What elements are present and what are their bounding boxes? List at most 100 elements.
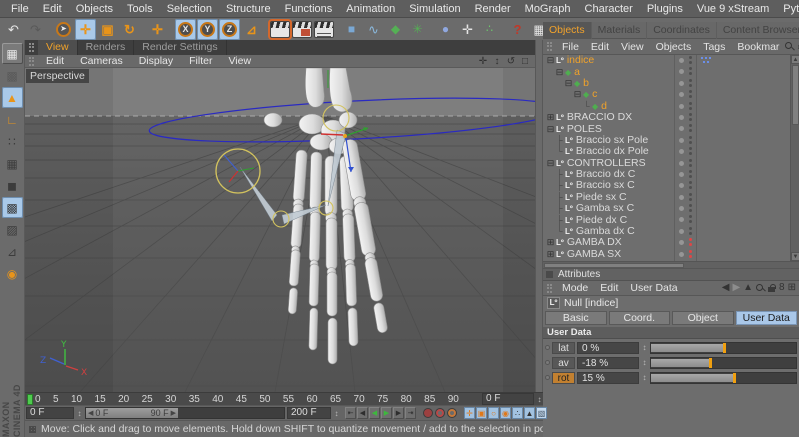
panel-splitter[interactable] xyxy=(535,40,543,392)
menu-item-file[interactable]: File xyxy=(4,3,36,15)
timeline-ruler[interactable]: 0 5 10 15 20 25 30 35 40 45 50 55 60 65 70 75 80 85 90 0 F xyxy=(25,392,543,405)
attr-menu-mode[interactable]: Mode xyxy=(556,282,594,294)
visibility-dots-icon[interactable] xyxy=(689,124,693,134)
slider-handle[interactable] xyxy=(722,342,726,353)
record-keyframe-button[interactable] xyxy=(423,408,433,418)
animation-dot-icon[interactable] xyxy=(545,345,550,350)
undo-icon[interactable]: ↶ xyxy=(3,19,24,40)
enable-dot-icon[interactable] xyxy=(679,160,684,166)
attribute-tab-coord[interactable]: Coord. xyxy=(608,311,670,325)
expand-icon[interactable]: ⊞ xyxy=(546,249,555,260)
enable-dot-icon[interactable] xyxy=(679,80,684,86)
parameter-value-field[interactable]: 0 % xyxy=(577,341,639,354)
parameter-slider[interactable] xyxy=(650,371,797,384)
selection-filter-icon[interactable]: ◉ xyxy=(2,263,23,284)
tree-row-gamba-sx[interactable]: ⊞ Lº GAMBA SX xyxy=(543,248,799,260)
visibility-dots-icon[interactable] xyxy=(689,135,693,146)
pan-view-icon[interactable]: ✛ xyxy=(477,56,489,67)
lock-y-axis-icon[interactable]: Y xyxy=(197,18,218,40)
lock-x-axis-icon[interactable]: X xyxy=(175,18,196,40)
preview-range-slider[interactable]: ◀ 0 F 90 F ▶ xyxy=(85,407,285,419)
viewport-tab-view[interactable]: View xyxy=(38,40,78,55)
range-right-arrow-icon[interactable]: ▶ xyxy=(171,409,176,417)
collapse-icon[interactable]: ⊟ xyxy=(573,89,582,100)
enable-dot-icon[interactable] xyxy=(679,137,684,143)
enable-dot-icon[interactable] xyxy=(679,171,684,177)
viewport-menu-edit[interactable]: Edit xyxy=(38,55,72,67)
value-stepper-icon[interactable] xyxy=(641,343,648,352)
tree-row-c[interactable]: ⊟ ◆ c xyxy=(543,89,799,100)
enable-dot-icon[interactable] xyxy=(679,126,684,132)
tree-row-braccio-sx-c[interactable]: ├ Lº Braccio sx C xyxy=(543,180,799,191)
goto-start-button[interactable]: ⇤ xyxy=(345,407,356,419)
attribute-tab-object[interactable]: Object xyxy=(672,311,734,325)
menu-item-tools[interactable]: Tools xyxy=(120,3,160,15)
collapse-icon[interactable]: ⊟ xyxy=(546,158,555,169)
collapse-icon[interactable]: ⊟ xyxy=(564,78,573,89)
om-menu-objects[interactable]: Objects xyxy=(650,41,698,53)
object-axis-mode-icon[interactable]: ∟ xyxy=(2,109,23,130)
tree-vertical-scrollbar[interactable]: ▲ ▼ xyxy=(790,55,799,261)
collapse-icon[interactable]: ⊟ xyxy=(546,124,555,135)
tree-row-braccio-dx-pole[interactable]: └ Lº Braccio dx Pole xyxy=(543,146,799,157)
tree-row-braccio-dx[interactable]: ⊞ Lº BRACCIO DX xyxy=(543,112,799,123)
enable-dot-icon[interactable] xyxy=(679,194,684,200)
array-icon[interactable]: ✳ xyxy=(407,19,428,40)
visibility-dots-icon[interactable] xyxy=(689,249,693,260)
enable-dot-icon[interactable] xyxy=(679,217,684,223)
collapse-icon[interactable]: ⊟ xyxy=(555,67,564,78)
particles-icon[interactable]: ✛ xyxy=(457,19,478,40)
slider-handle[interactable] xyxy=(709,357,713,368)
manager-tab-coordinates[interactable]: Coordinates xyxy=(647,21,717,39)
model-mode-icon[interactable]: ▲ xyxy=(1,87,23,108)
menu-item-objects[interactable]: Objects xyxy=(69,3,120,15)
texture-axis-mode-icon[interactable]: ⊿ xyxy=(2,241,23,262)
viewport-menu-view[interactable]: View xyxy=(220,55,259,67)
record-options-button[interactable] xyxy=(447,408,457,418)
autokey-button[interactable] xyxy=(435,408,445,418)
enable-dot-icon[interactable] xyxy=(679,206,684,212)
render-picture-viewer-icon[interactable] xyxy=(291,19,312,40)
manager-tab-materials[interactable]: Materials xyxy=(592,21,648,39)
key-position-button[interactable]: ✛ xyxy=(464,407,475,419)
value-stepper-icon[interactable] xyxy=(641,358,648,367)
scroll-down-icon[interactable]: ▼ xyxy=(791,252,799,261)
visibility-dots-icon[interactable] xyxy=(689,215,693,225)
om-menu-file[interactable]: File xyxy=(556,41,585,53)
visibility-dots-icon[interactable] xyxy=(689,169,693,180)
render-view-icon[interactable] xyxy=(269,19,290,40)
play-button[interactable]: ▶ xyxy=(381,407,392,419)
om-search-icon[interactable] xyxy=(785,42,794,51)
enable-dot-icon[interactable] xyxy=(679,103,684,109)
rotate-view-icon[interactable]: ↺ xyxy=(505,56,517,67)
hypernurbs-icon[interactable]: ◆ xyxy=(385,19,406,40)
enable-dot-icon[interactable] xyxy=(679,58,684,63)
viewport-3d-scene[interactable]: Y X Z xyxy=(25,68,535,392)
animation-dot-icon[interactable] xyxy=(545,360,550,365)
visibility-dots-icon[interactable] xyxy=(689,192,693,203)
om-menu-tags[interactable]: Tags xyxy=(697,41,731,53)
frame-stepper-icon[interactable] xyxy=(536,395,543,404)
menu-item-plugins[interactable]: Plugins xyxy=(640,3,690,15)
key-pla-button[interactable]: ∴ xyxy=(512,407,523,419)
viewport-menu-filter[interactable]: Filter xyxy=(181,55,220,67)
scale-tool-icon[interactable]: ▣ xyxy=(97,19,118,40)
visibility-dots-icon[interactable] xyxy=(689,90,693,100)
enable-dot-icon[interactable] xyxy=(679,149,684,155)
redo-icon[interactable]: ↷ xyxy=(25,19,46,40)
tree-row-gamba-dx[interactable]: ⊞ Lº GAMBA DX xyxy=(543,237,799,248)
prev-frame-button[interactable]: ◀ xyxy=(369,407,380,419)
layout-icon[interactable]: ▦ xyxy=(1,43,23,64)
visibility-dots-icon[interactable] xyxy=(689,204,693,214)
polygons-mode-icon[interactable]: ◼ xyxy=(2,175,23,196)
start-frame-field[interactable]: 0 F xyxy=(26,407,74,419)
metaball-icon[interactable]: ● xyxy=(435,19,456,40)
visibility-dots-icon[interactable] xyxy=(689,112,693,123)
last-tool-icon[interactable]: ✛ xyxy=(147,19,168,40)
attr-link-icon[interactable]: 8 xyxy=(779,283,785,293)
visibility-dots-icon[interactable] xyxy=(689,238,693,248)
attr-menu-user-data[interactable]: User Data xyxy=(624,282,683,294)
menu-item-simulation[interactable]: Simulation xyxy=(402,3,467,15)
enable-dot-icon[interactable] xyxy=(679,251,684,257)
menu-item-mograph[interactable]: MoGraph xyxy=(518,3,578,15)
